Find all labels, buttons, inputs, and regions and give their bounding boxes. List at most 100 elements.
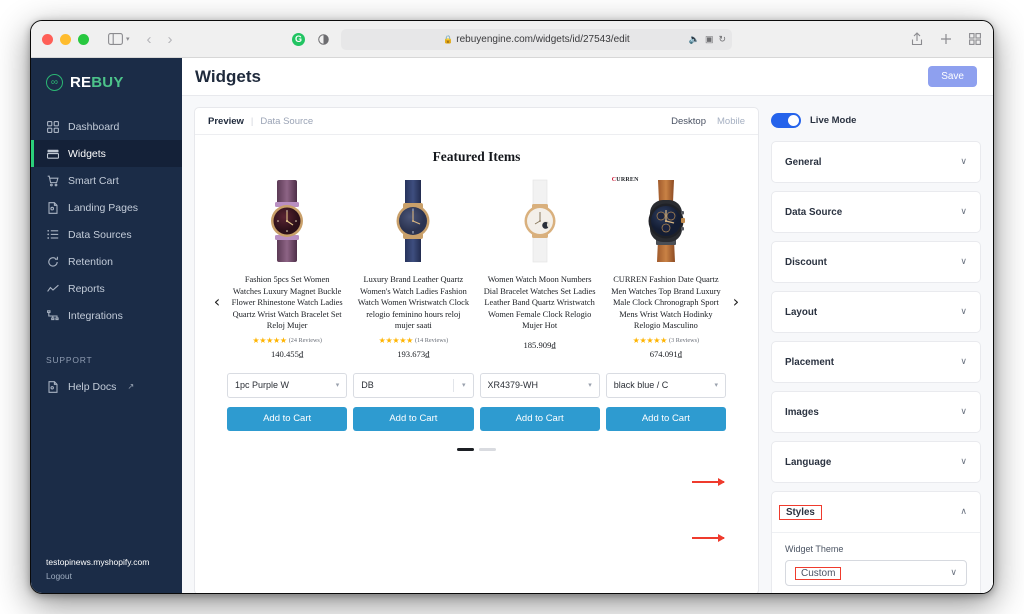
pagination-dot[interactable] bbox=[479, 447, 496, 451]
maximize-window-button[interactable] bbox=[78, 33, 89, 45]
tab-overview-icon[interactable] bbox=[969, 33, 981, 45]
variant-select[interactable]: 1pc Purple W ▾ bbox=[227, 372, 348, 398]
chart-line-icon bbox=[46, 282, 59, 295]
carousel-pagination bbox=[195, 447, 758, 451]
tab-preview[interactable]: Preview bbox=[208, 116, 244, 127]
product-rating: ★★★★★ (3 Reviews) bbox=[633, 336, 699, 345]
sidebar-item-smart-cart[interactable]: Smart Cart bbox=[31, 167, 182, 194]
widget-theme-label: Widget Theme bbox=[785, 544, 844, 554]
divider bbox=[452, 378, 454, 392]
minimize-window-button[interactable] bbox=[60, 33, 71, 45]
accordion-header-language[interactable]: Language ∨ bbox=[772, 442, 980, 482]
sidebar-item-integrations[interactable]: Integrations bbox=[31, 302, 182, 329]
address-bar-region: G 🔒 rebuyengine.com/widgets/id/27543/edi… bbox=[292, 28, 732, 50]
product-grid: Fashion 5pcs Set Women Watches Luxury Ma… bbox=[227, 177, 726, 359]
accordion-language: Language ∨ bbox=[771, 441, 981, 483]
variant-select[interactable]: black blue / C ▾ bbox=[605, 372, 726, 398]
product-card[interactable]: Luxury Brand Leather Quartz Women's Watc… bbox=[353, 177, 473, 359]
accordion-header-data-source[interactable]: Data Source ∨ bbox=[772, 192, 980, 232]
product-card[interactable]: CCURRENURREN bbox=[606, 177, 726, 359]
add-to-cart-button[interactable]: Add to Cart bbox=[479, 406, 600, 431]
live-mode-label: Live Mode bbox=[810, 114, 857, 126]
product-title: Fashion 5pcs Set Women Watches Luxury Ma… bbox=[231, 275, 343, 331]
chevron-down-icon[interactable]: ▾ bbox=[126, 35, 130, 43]
variant-select[interactable]: XR4379-WH ▾ bbox=[479, 372, 600, 398]
chevron-down-icon: ▾ bbox=[588, 382, 592, 390]
extension-shield-icon[interactable]: G bbox=[292, 32, 305, 46]
nav-arrows: ‹ › bbox=[147, 31, 173, 48]
chevron-up-icon: ∧ bbox=[960, 507, 967, 517]
accordion-title: Styles bbox=[779, 504, 822, 520]
accordion-title: General bbox=[785, 156, 822, 168]
product-title: CURREN Fashion Date Quartz Men Watches T… bbox=[611, 275, 721, 331]
live-mode-toggle[interactable] bbox=[771, 112, 801, 128]
audio-mute-icon[interactable]: 🔈 bbox=[689, 34, 700, 45]
lock-icon: 🔒 bbox=[443, 34, 454, 44]
add-to-cart-button[interactable]: Add to Cart bbox=[227, 406, 348, 431]
chevron-down-icon: ∨ bbox=[960, 407, 967, 417]
reader-mode-icon[interactable] bbox=[318, 33, 329, 45]
accordion-images: Images ∨ bbox=[771, 391, 981, 433]
sidebar-item-data-sources[interactable]: Data Sources bbox=[31, 221, 182, 248]
view-desktop-button[interactable]: Desktop bbox=[671, 116, 706, 127]
sidebar-item-reports[interactable]: Reports bbox=[31, 275, 182, 302]
accordion-header-placement[interactable]: Placement ∨ bbox=[772, 342, 980, 382]
sidebar-item-retention[interactable]: Retention bbox=[31, 248, 182, 275]
add-to-cart-button[interactable]: Add to Cart bbox=[605, 406, 726, 431]
product-card[interactable]: Fashion 5pcs Set Women Watches Luxury Ma… bbox=[227, 177, 347, 359]
save-button[interactable]: Save bbox=[928, 66, 977, 87]
widget-title: Featured Items bbox=[432, 149, 521, 164]
sidebar-toggle-icon[interactable]: ▾ bbox=[108, 33, 130, 45]
share-icon[interactable] bbox=[911, 32, 923, 46]
review-count: (24 Reviews) bbox=[288, 336, 322, 344]
tab-separator: | bbox=[250, 115, 254, 127]
carousel-prev-icon[interactable]: ‹ bbox=[207, 177, 227, 311]
back-arrow-icon[interactable]: ‹ bbox=[147, 31, 152, 48]
carousel-next-icon[interactable]: › bbox=[726, 177, 746, 311]
forward-arrow-icon[interactable]: › bbox=[168, 31, 173, 48]
plus-icon[interactable] bbox=[940, 33, 952, 45]
accordion-title: Images bbox=[785, 406, 819, 418]
toggle-knob bbox=[788, 114, 799, 126]
sidebar-item-dashboard[interactable]: Dashboard bbox=[31, 113, 182, 140]
stars-icon: ★★★★★ bbox=[632, 335, 668, 345]
product-title: Women Watch Moon Numbers Dial Bracelet W… bbox=[483, 275, 596, 331]
page-icon bbox=[46, 201, 59, 214]
widget-theme-select[interactable]: Custom ∨ bbox=[785, 560, 967, 586]
accordion-header-general[interactable]: General ∨ bbox=[772, 142, 980, 182]
accordion-placement: Placement ∨ bbox=[771, 341, 981, 383]
accordion-header-discount[interactable]: Discount ∨ bbox=[772, 242, 980, 282]
chevron-down-icon: ▾ bbox=[714, 382, 718, 390]
sidebar-section-support: SUPPORT bbox=[46, 355, 93, 365]
shop-domain: testopinews.myshopify.com bbox=[46, 557, 150, 567]
accordion-header-styles[interactable]: Styles ∧ bbox=[772, 492, 980, 532]
sidebar-item-widgets[interactable]: Widgets bbox=[31, 140, 182, 167]
widget-theme-value: Custom bbox=[795, 566, 842, 580]
add-to-cart-button[interactable]: Add to Cart bbox=[353, 406, 474, 431]
chevron-down-icon: ▾ bbox=[335, 382, 340, 390]
product-image bbox=[353, 177, 473, 265]
chevron-down-icon: ∨ bbox=[960, 357, 967, 367]
sidebar-item-help-docs[interactable]: Help Docs ↗ bbox=[31, 373, 182, 400]
accordion-header-images[interactable]: Images ∨ bbox=[772, 392, 980, 432]
app-container: ∞ REBUY Dashboard Widgets Smart Cart Lan… bbox=[31, 58, 993, 593]
variant-select[interactable]: DB ▾ bbox=[353, 372, 474, 398]
logout-link[interactable]: Logout bbox=[46, 571, 182, 581]
translate-icon[interactable]: ▣ bbox=[705, 34, 714, 45]
accordion-data-source: Data Source ∨ bbox=[771, 191, 981, 233]
reload-icon[interactable]: ↻ bbox=[718, 34, 726, 45]
live-mode-row: Live Mode bbox=[771, 107, 981, 133]
close-window-button[interactable] bbox=[42, 33, 53, 45]
accordion-header-layout[interactable]: Layout ∨ bbox=[772, 292, 980, 332]
url-input[interactable]: 🔒 rebuyengine.com/widgets/id/27543/edit … bbox=[341, 28, 732, 50]
rebuy-logo[interactable]: ∞ REBUY bbox=[31, 58, 182, 107]
tab-data-source[interactable]: Data Source bbox=[260, 116, 313, 127]
watch-navy-leather-icon bbox=[396, 180, 430, 262]
view-mobile-button[interactable]: Mobile bbox=[717, 116, 745, 127]
preview-body: Featured Items ‹ Fashion 5pcs Set Women … bbox=[195, 135, 758, 593]
product-carousel: ‹ Fashion 5pcs Set Women Watches Luxury … bbox=[195, 177, 758, 359]
preview-header: Preview | Data Source Desktop Mobile bbox=[195, 108, 758, 135]
sidebar-item-landing-pages[interactable]: Landing Pages bbox=[31, 194, 182, 221]
pagination-dot-active[interactable] bbox=[457, 447, 474, 451]
product-card[interactable]: Women Watch Moon Numbers Dial Bracelet W… bbox=[480, 177, 600, 359]
